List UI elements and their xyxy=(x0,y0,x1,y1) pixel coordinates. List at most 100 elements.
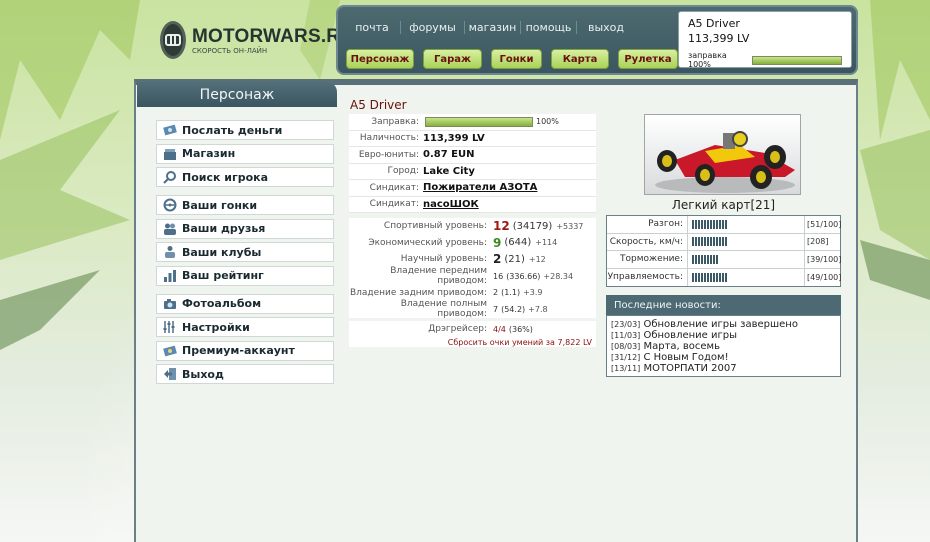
menu-group-3: Фотоальбом Настройки Премиум-аккаунт Вых… xyxy=(156,293,334,384)
menu-settings[interactable]: Настройки xyxy=(156,317,334,337)
nav-button-races[interactable]: Гонки xyxy=(491,49,542,69)
clubs-icon xyxy=(165,246,175,258)
stat-value: [49/100] xyxy=(804,268,841,286)
news-item[interactable]: [13/11] МОТОРПАТИ 2007 xyxy=(611,363,836,374)
car-name[interactable]: Легкий карт[21] xyxy=(606,198,841,212)
fuel-bar-fill xyxy=(426,117,532,126)
kart-image xyxy=(655,131,795,193)
menu-label: Поиск игрока xyxy=(182,170,269,184)
stat-label: Разгон: xyxy=(607,216,688,233)
stat-tick xyxy=(698,237,700,247)
nav-link-shop[interactable]: магазин xyxy=(465,21,521,34)
stat-tick xyxy=(707,254,709,264)
level-value: 9 xyxy=(493,235,502,250)
stat-tick xyxy=(707,219,709,229)
news-item[interactable]: [23/03] Обновление игры завершено xyxy=(611,319,836,330)
drive-points: (336.66) xyxy=(506,271,541,281)
stat-tick xyxy=(719,219,721,229)
stat-label: Управляемость: xyxy=(607,268,688,286)
logo-title: MOTORWARS.RU xyxy=(192,25,355,47)
info-row-city: Город: Lake City xyxy=(349,164,596,180)
nav-button-garage[interactable]: Гараж xyxy=(423,49,482,69)
stat-bar xyxy=(688,251,804,268)
menu-premium-account[interactable]: Премиум-аккаунт xyxy=(156,340,334,361)
camera-icon xyxy=(164,298,176,309)
drive-bonus: +7.8 xyxy=(528,304,548,314)
stat-tick xyxy=(701,254,703,264)
menu-label: Послать деньги xyxy=(182,123,283,137)
drive-bonus: +3.9 xyxy=(523,288,543,298)
nav-link-help[interactable]: помощь xyxy=(521,21,577,34)
shop-icon xyxy=(164,148,176,160)
stat-tick xyxy=(692,219,694,229)
info-row-euro: Евро-юниты: 0.87 EUN xyxy=(349,147,596,164)
stat-tick xyxy=(692,272,694,282)
stat-tick xyxy=(704,254,706,264)
user-summary: A5 Driver 113,399 LV заправка 100% xyxy=(678,11,852,69)
stat-tick xyxy=(704,272,706,282)
menu-search-player[interactable]: Поиск игрока xyxy=(156,167,334,187)
stat-tick xyxy=(692,254,694,264)
drive-points: (1.1) xyxy=(501,288,521,298)
stat-row-speed: Скорость, км/ч: [208] xyxy=(607,233,840,251)
menu-photo-album[interactable]: Фотоальбом xyxy=(156,293,334,314)
drive-value: 16 xyxy=(493,271,504,281)
news-text: Обновление игры xyxy=(643,330,737,341)
news-item[interactable]: [31/12] С Новым Годом! xyxy=(611,352,836,363)
news-item[interactable]: [11/03] Обновление игры xyxy=(611,330,836,341)
level-points: (34179) xyxy=(512,220,553,232)
nav-button-roulette[interactable]: Рулетка xyxy=(618,49,678,69)
news-item[interactable]: [08/03] Марта, восемь xyxy=(611,341,836,352)
stat-value: [51/100] xyxy=(804,216,841,233)
stat-tick xyxy=(713,237,715,247)
stat-tick xyxy=(725,219,727,229)
stat-tick xyxy=(716,237,718,247)
menu-your-clubs[interactable]: Ваши клубы xyxy=(156,242,334,262)
news-text: Обновление игры завершено xyxy=(643,319,798,330)
menu-shop[interactable]: Магазин xyxy=(156,143,334,164)
menu-logout[interactable]: Выход xyxy=(156,364,334,384)
info-row-syndicate-1: Синдикат: Пожиратели АЗОТА xyxy=(349,180,596,197)
syndicate-link[interactable]: nacoШОК xyxy=(423,199,479,210)
news-date: [08/03] xyxy=(611,342,641,351)
menu-your-friends[interactable]: Ваши друзья xyxy=(156,218,334,239)
stat-ticks xyxy=(692,254,718,264)
menu-label: Ваши клубы xyxy=(182,245,262,259)
fuel-row: Заправка: 100% xyxy=(349,114,596,131)
drive-label: Владение передним приводом: xyxy=(390,266,487,287)
level-points: (21) xyxy=(504,253,525,265)
rating-icon xyxy=(164,269,176,282)
stat-tick xyxy=(692,237,694,247)
menu-your-races[interactable]: Ваши гонки xyxy=(156,195,334,215)
info-label: Наличность: xyxy=(359,133,419,144)
menu-your-rating[interactable]: Ваш рейтинг xyxy=(156,265,334,286)
stat-ticks xyxy=(692,237,727,247)
level-label: Спортивный уровень: xyxy=(383,221,487,232)
nav-link-mail[interactable]: почта xyxy=(344,21,401,34)
menu-label: Фотоальбом xyxy=(182,297,262,310)
nav-button-map[interactable]: Карта xyxy=(551,49,609,69)
drive-label: Владение задним приводом: xyxy=(349,287,487,298)
menu-send-money[interactable]: Послать деньги xyxy=(156,120,334,140)
nav-link-forums[interactable]: форумы xyxy=(401,21,465,34)
nav-link-logout[interactable]: выход xyxy=(577,21,635,34)
stat-tick xyxy=(695,237,697,247)
reset-skills-link[interactable]: Сбросить очки умений за 7,822 LV xyxy=(349,338,596,347)
friends-icon xyxy=(164,223,176,235)
user-fuel-bar-fill xyxy=(753,56,841,64)
stat-tick xyxy=(713,272,715,282)
nav-button-character[interactable]: Персонаж xyxy=(346,49,414,69)
stat-tick xyxy=(707,237,709,247)
syndicate-link[interactable]: Пожиратели АЗОТА xyxy=(423,182,537,193)
menu-label: Ваши друзья xyxy=(182,222,266,235)
logo[interactable]: MOTORWARS.RU СКОРОСТЬ ОН-ЛАЙН xyxy=(160,20,354,60)
drive-label: Владение полным приводом: xyxy=(400,299,487,320)
stat-value: [208] xyxy=(804,233,840,250)
stat-tick xyxy=(704,219,706,229)
drag-percent: (36%) xyxy=(508,324,533,334)
stat-tick xyxy=(713,219,715,229)
sliders-icon xyxy=(163,321,175,333)
logo-subtitle: СКОРОСТЬ ОН-ЛАЙН xyxy=(192,46,268,55)
menu-group-1: Послать деньги Магазин Поиск игрока xyxy=(156,120,334,187)
user-fuel-bar xyxy=(752,55,842,65)
